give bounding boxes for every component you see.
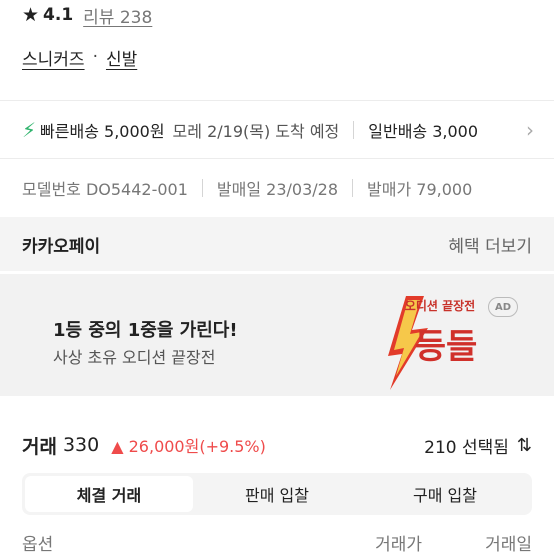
trade-label: 거래	[22, 435, 57, 458]
trade-tabs: 체결 거래 판매 입찰 구매 입찰	[22, 473, 532, 515]
category-separator: ·	[92, 47, 98, 67]
release-date: 발매일 23/03/28	[216, 180, 339, 199]
shipping-row[interactable]: ⚡ 빠른배송 5,000원 모레 2/19(목) 도착 예정 일반배송 3,00…	[22, 114, 554, 146]
product-info-row: 모델번호 DO5442-001 발매일 23/03/28 발매가 79,000	[22, 173, 554, 203]
category-breadcrumb: 스니커즈 · 신발	[22, 43, 137, 71]
column-date: 거래일	[485, 535, 532, 554]
benefit-more-link[interactable]: 혜택 더보기	[448, 232, 532, 257]
selected-count: 210 선택됨	[424, 437, 509, 458]
column-price: 거래가	[375, 535, 422, 554]
selected-filter[interactable]: 210 선택됨 ⇅	[424, 433, 532, 458]
normal-shipping-label: 일반배송 3,000	[368, 122, 479, 141]
divider	[0, 100, 554, 101]
star-icon: ★	[22, 3, 40, 26]
lightning-icon: ⚡	[22, 118, 37, 142]
rating-value: 4.1	[43, 5, 74, 25]
divider	[353, 121, 355, 139]
trade-count: 330	[62, 434, 100, 456]
tab-buy-bids[interactable]: 구매 입찰	[361, 476, 529, 512]
rating-row: ★ 4.1 리뷰 238	[22, 2, 152, 28]
tab-completed-trades[interactable]: 체결 거래	[25, 476, 193, 512]
divider	[0, 158, 554, 159]
trade-summary-row: 거래 330 ▲ 26,000원(+9.5%) 210 선택됨 ⇅	[22, 430, 532, 460]
sort-icon[interactable]: ⇅	[517, 435, 532, 456]
column-option: 옵션	[22, 535, 54, 554]
banner-logo-image: 오디션 끝장전 등들	[388, 296, 478, 390]
fast-shipping-label: 빠른배송 5,000원	[40, 122, 165, 141]
tab-sell-bids[interactable]: 판매 입찰	[193, 476, 361, 512]
banner-art-top-text: 오디션 끝장전	[405, 298, 475, 313]
banner-art-main-text: 등들	[415, 327, 478, 367]
table-header: 옵션 거래가 거래일	[22, 530, 532, 554]
banner-subtitle: 사상 초유 오디션 끝장전	[53, 348, 216, 367]
chevron-right-icon[interactable]: ›	[526, 118, 534, 142]
payment-row[interactable]: 카카오페이 혜택 더보기	[0, 217, 554, 271]
divider	[201, 179, 203, 197]
release-price: 발매가 79,000	[367, 180, 473, 199]
divider	[352, 179, 354, 197]
category-link-shoes[interactable]: 신발	[106, 45, 137, 70]
fast-shipping-date: 모레 2/19(목) 도착 예정	[172, 122, 340, 141]
model-number: 모델번호 DO5442-001	[22, 180, 188, 199]
payment-title: 카카오페이	[22, 236, 101, 257]
banner-title: 1등 중의 1중을 가린다!	[53, 320, 238, 341]
price-change: ▲ 26,000원(+9.5%)	[111, 437, 266, 456]
category-link-sneakers[interactable]: 스니커즈	[22, 45, 85, 70]
ad-badge: AD	[488, 297, 518, 317]
review-link[interactable]: 리뷰 238	[83, 3, 152, 28]
